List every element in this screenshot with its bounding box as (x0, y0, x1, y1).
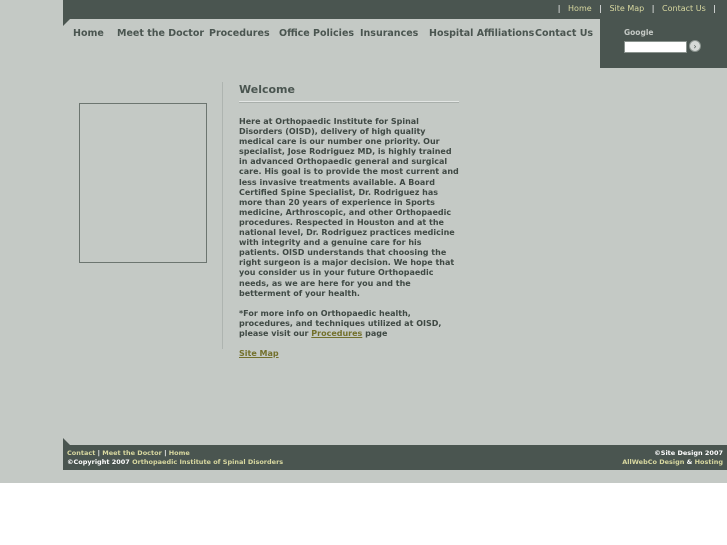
footer-separator: | (164, 449, 167, 457)
title-divider (239, 102, 459, 103)
main-nav: Home Meet the Doctor Procedures Office P… (63, 20, 600, 46)
vertical-divider (222, 82, 223, 349)
nav-item-home[interactable]: Home (73, 28, 104, 39)
footer-copyright: ©Copyright 2007 Orthopaedic Institute of… (67, 458, 283, 466)
nav-item-contact-us[interactable]: Contact Us (535, 28, 593, 39)
page-title: Welcome (239, 82, 459, 102)
main-content: Welcome Here at Orthopaedic Institute fo… (239, 82, 459, 358)
footer-link-hosting[interactable]: Hosting (695, 458, 723, 466)
google-label: Google (624, 28, 654, 37)
footer-link-oisd[interactable]: Orthopaedic Institute of Spinal Disorder… (132, 458, 283, 466)
footer-link-contact[interactable]: Contact (67, 449, 95, 457)
top-link-site-map[interactable]: Site Map (609, 4, 644, 13)
copyright-text: ©Copyright 2007 (67, 458, 130, 466)
top-separator: | (557, 4, 561, 13)
footer-separator: | (97, 449, 100, 457)
nav-item-office-policies[interactable]: Office Policies (279, 28, 354, 39)
nav-item-hospital-affiliations[interactable]: Hospital Affiliations (429, 28, 534, 39)
top-utility-bar: | Home | Site Map | Contact Us | (63, 0, 727, 19)
footer-links: Contact | Meet the Doctor | Home (67, 449, 190, 457)
more-info-text: *For more info on Orthopaedic health, pr… (239, 309, 459, 339)
footer: Contact | Meet the Doctor | Home ©Copyri… (63, 445, 727, 470)
top-links: | Home | Site Map | Contact Us | (553, 4, 721, 13)
footer-link-meet-the-doctor[interactable]: Meet the Doctor (102, 449, 162, 457)
nav-item-procedures[interactable]: Procedures (209, 28, 270, 39)
nav-item-insurances[interactable]: Insurances (360, 28, 418, 39)
top-separator: | (651, 4, 655, 13)
page: | Home | Site Map | Contact Us | Home Me… (0, 0, 727, 483)
footer-credits: AllWebCo Design & Hosting (622, 458, 723, 466)
more-info-suffix: page (365, 328, 388, 338)
top-separator: | (599, 4, 602, 13)
footer-notch (63, 438, 70, 445)
top-separator: | (713, 4, 716, 13)
image-frame (79, 103, 207, 263)
footer-amp: & (686, 458, 693, 466)
site-design-text: ©Site Design 2007 (654, 449, 723, 457)
search-input[interactable] (624, 41, 687, 53)
footer-link-allwebco-design[interactable]: AllWebCo Design (622, 458, 684, 466)
footer-link-home[interactable]: Home (169, 449, 190, 457)
google-search-box: Google › (600, 19, 727, 68)
top-link-contact-us[interactable]: Contact Us (662, 4, 706, 13)
search-go-button[interactable]: › (689, 40, 701, 52)
procedures-link[interactable]: Procedures (311, 329, 362, 338)
top-link-home[interactable]: Home (568, 4, 592, 13)
site-map-link[interactable]: Site Map (239, 349, 459, 358)
nav-item-meet-the-doctor[interactable]: Meet the Doctor (117, 28, 204, 39)
welcome-text: Here at Orthopaedic Institute for Spinal… (239, 117, 459, 298)
